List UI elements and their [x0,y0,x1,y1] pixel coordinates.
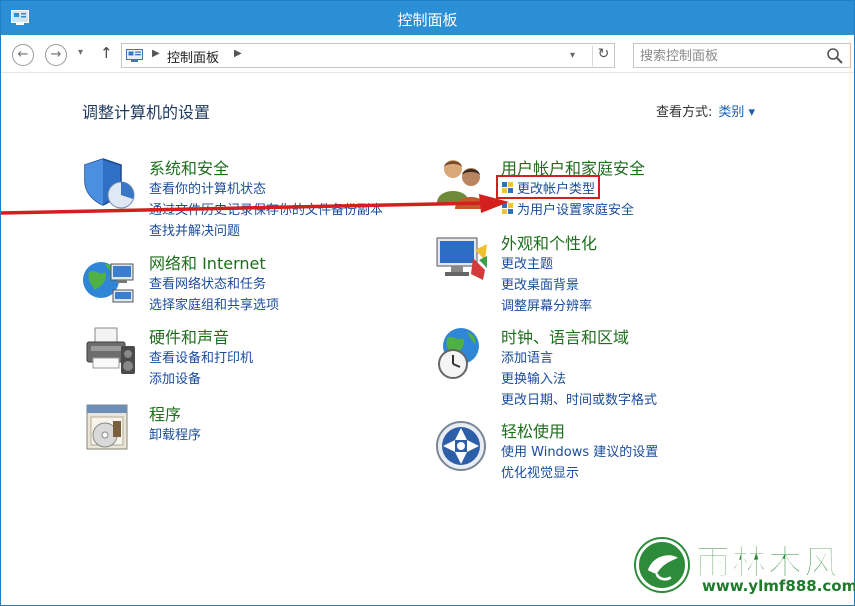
search-icon[interactable] [826,47,844,65]
link-change-theme[interactable]: 更改主题 [501,254,592,275]
category-title[interactable]: 硬件和声音 [149,324,229,348]
control-panel-window: 控制面板 ← → ▾ ↑ ▶ 控制面板 ▶ ▾ ↻ 搜索控制面板 调整计算机的设… [0,0,855,606]
view-by-dropdown[interactable]: 类别 ▾ [718,105,755,120]
view-by: 查看方式: 类别 ▾ [656,101,755,120]
control-panel-breadcrumb-icon [126,49,143,62]
page-title: 调整计算机的设置 [82,103,211,122]
globe-clock-icon[interactable] [433,324,489,380]
forward-button[interactable]: → [45,44,67,66]
link-change-desktop-background[interactable]: 更改桌面背景 [501,275,592,296]
recent-locations-dropdown[interactable]: ▾ [78,47,83,58]
link-windows-suggested-settings[interactable]: 使用 Windows 建议的设置 [501,442,658,463]
network-icon[interactable] [81,250,137,306]
navigation-bar: ← → ▾ ↑ ▶ 控制面板 ▶ ▾ ↻ [1,35,854,73]
address-bar[interactable]: ▶ 控制面板 ▶ ▾ ↻ [121,43,615,68]
back-button[interactable]: ← [12,44,34,66]
link-uninstall-program[interactable]: 卸载程序 [149,425,201,446]
watermark-url: www.ylmf888.com [702,577,855,595]
programs-icon[interactable] [81,401,137,457]
watermark: 雨林木风 www.ylmf888.com [636,533,855,601]
link-devices-printers[interactable]: 查看设备和打印机 [149,348,253,369]
tutorial-arrow-annotation [1,194,509,215]
refresh-button[interactable]: ↻ [592,46,614,66]
search-input[interactable] [640,47,820,65]
address-history-dropdown[interactable]: ▾ [570,50,575,61]
ease-of-access-icon[interactable] [433,418,489,474]
printer-icon[interactable] [81,324,137,380]
breadcrumb-control-panel[interactable]: 控制面板 [167,47,219,66]
breadcrumb-separator-icon[interactable]: ▶ [234,48,242,59]
leaf-logo-icon [636,539,688,591]
category-title[interactable]: 系统和安全 [149,155,229,179]
monitor-icon[interactable] [433,230,489,286]
link-troubleshoot[interactable]: 查找并解决问题 [149,221,383,242]
link-change-input-method[interactable]: 更换输入法 [501,369,657,390]
link-family-safety-label[interactable]: 为用户设置家庭安全 [517,203,634,218]
breadcrumb-separator-icon[interactable]: ▶ [152,48,160,59]
link-screen-resolution[interactable]: 调整屏幕分辨率 [501,296,592,317]
window-title: 控制面板 [397,11,458,29]
link-family-safety[interactable]: 为用户设置家庭安全 [501,200,634,221]
category-title[interactable]: 时钟、语言和区域 [501,324,629,348]
link-network-status[interactable]: 查看网络状态和任务 [149,274,279,295]
search-box[interactable] [633,43,851,68]
link-add-language[interactable]: 添加语言 [501,348,657,369]
link-homegroup-sharing[interactable]: 选择家庭组和共享选项 [149,295,279,316]
category-title[interactable]: 轻松使用 [501,418,565,442]
up-button[interactable]: ↑ [100,44,113,62]
link-optimize-visual-display[interactable]: 优化视觉显示 [501,463,658,484]
category-title[interactable]: 网络和 Internet [149,250,266,274]
view-by-label: 查看方式: [656,105,713,120]
link-change-date-time-format[interactable]: 更改日期、时间或数字格式 [501,390,657,411]
category-title[interactable]: 外观和个性化 [501,230,597,254]
title-bar[interactable]: 控制面板 [1,1,854,35]
link-add-device[interactable]: 添加设备 [149,369,253,390]
category-title[interactable]: 程序 [149,401,181,425]
tutorial-highlight-box [496,175,600,199]
